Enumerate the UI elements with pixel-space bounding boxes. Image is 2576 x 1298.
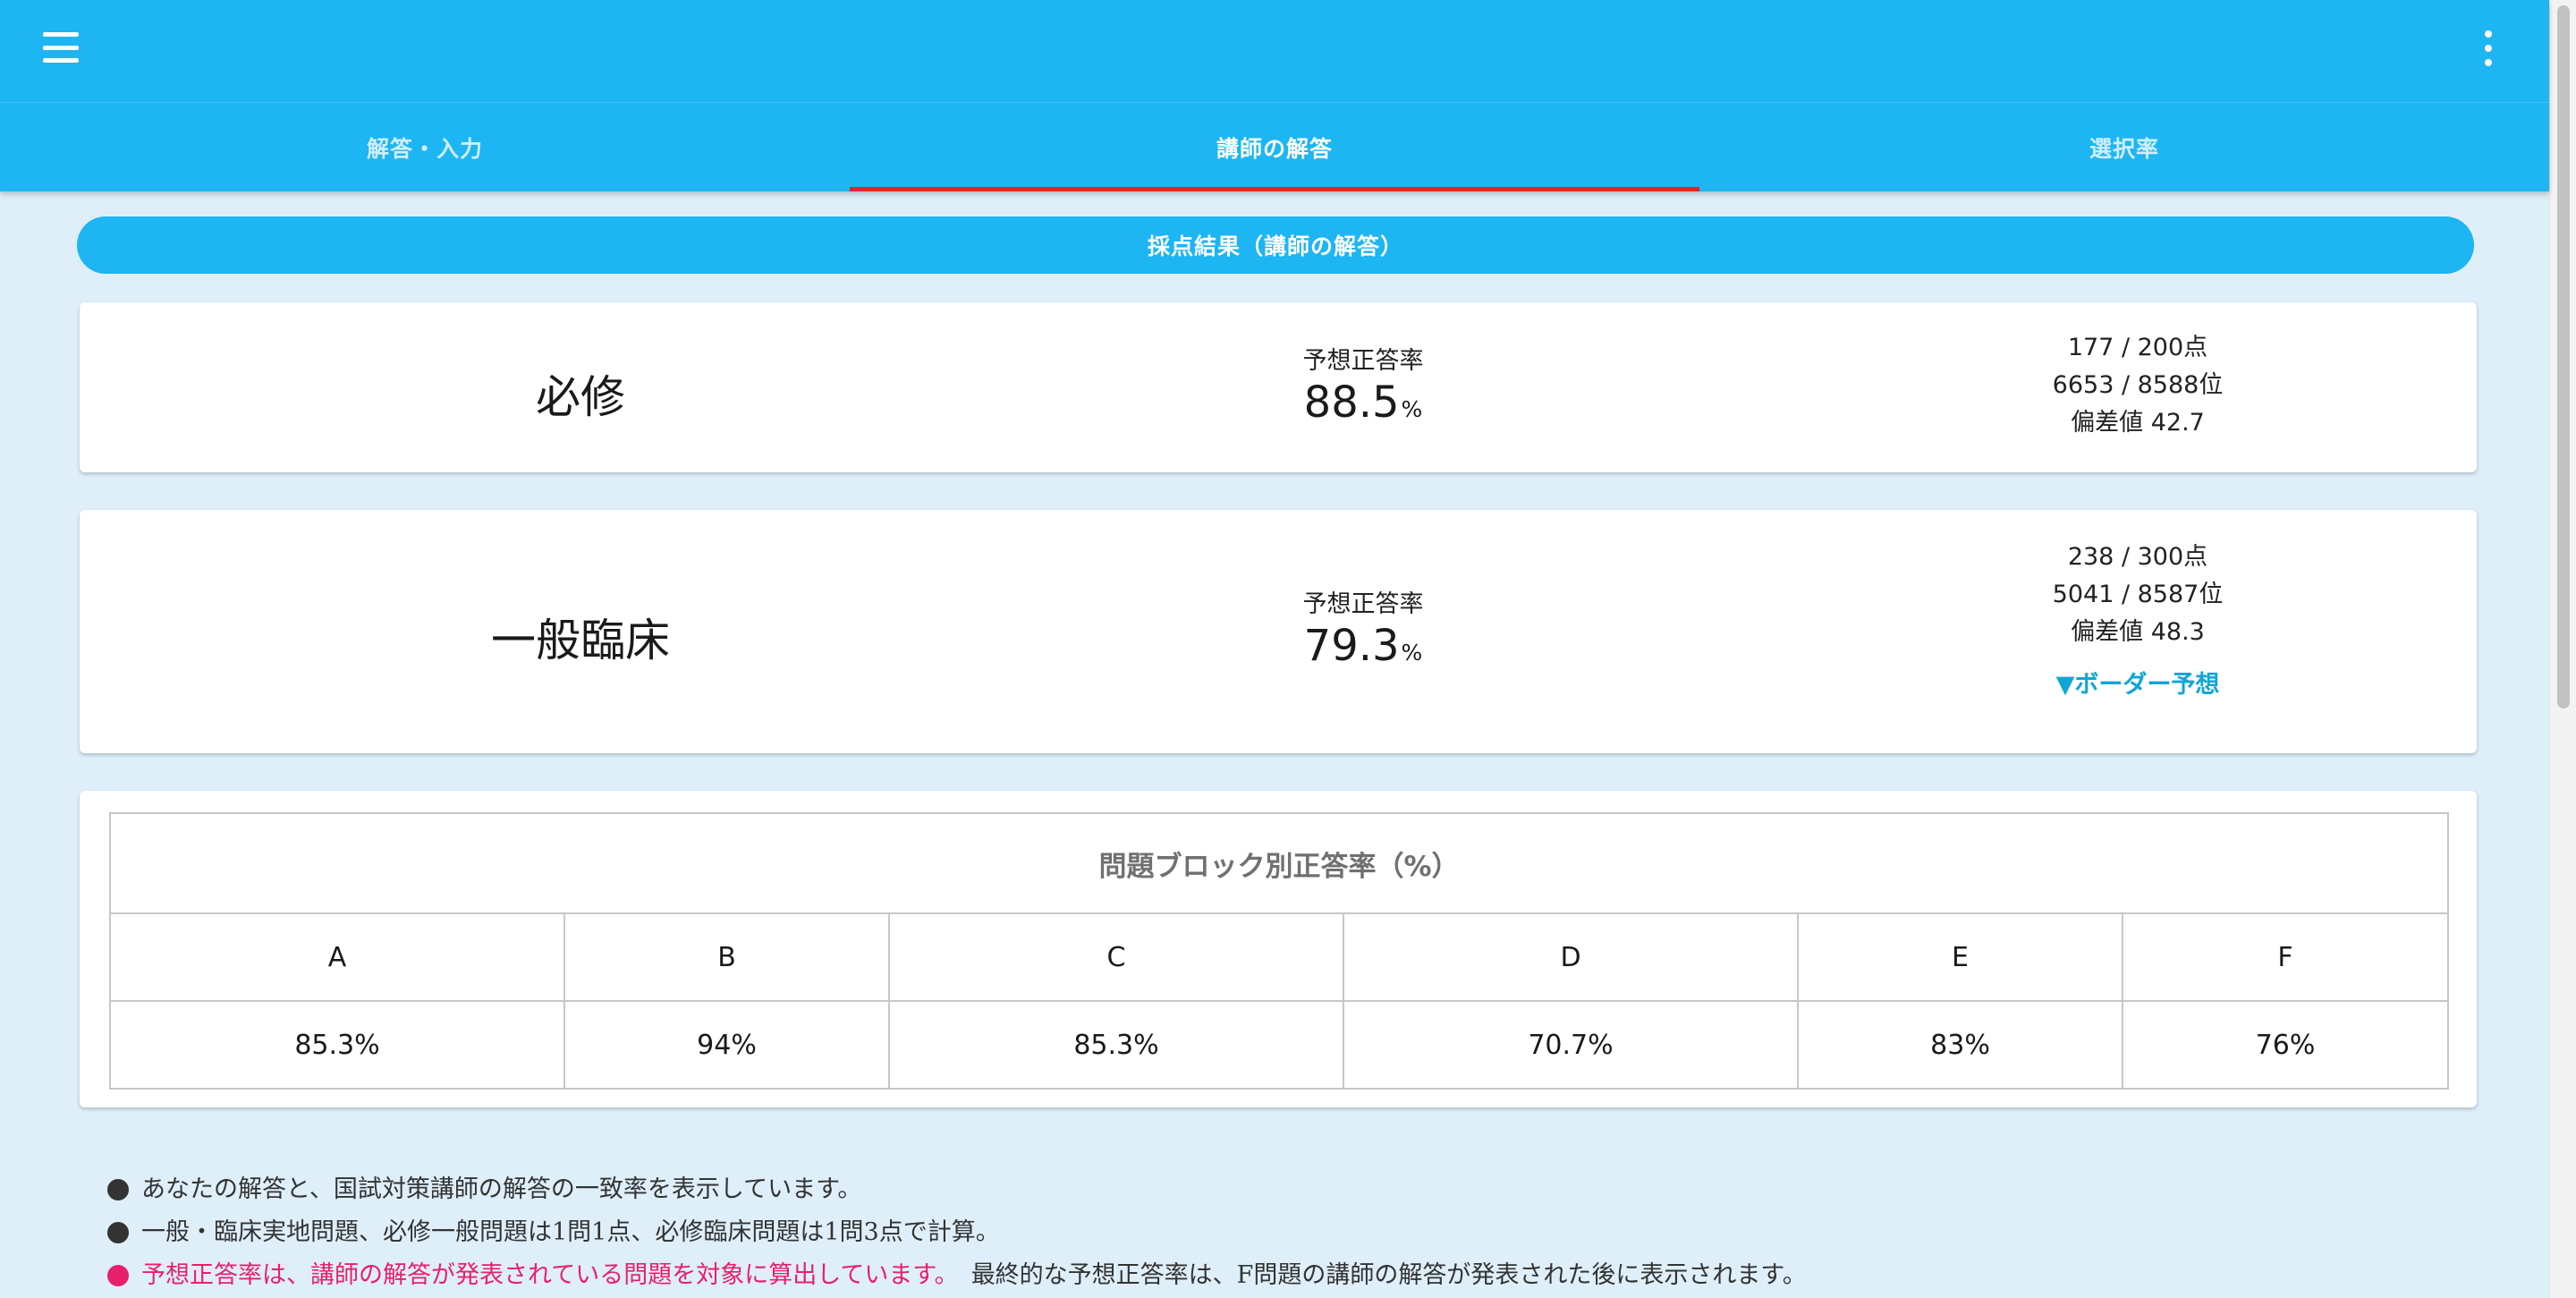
note-item: 一般・臨床実地問題、必修一般問題は1問1点、必修臨床問題は1問3点で計算。 [107, 1211, 2522, 1254]
rate-label: 予想正答率 [1302, 347, 1424, 375]
note-item: 予想正答率は、講師の解答が発表されている問題を対象に算出しています。 最終的な予… [107, 1254, 2522, 1297]
bullet-icon [107, 1265, 129, 1286]
note-highlight: 予想正答率は、講師の解答が発表されている問題を対象に算出しています。 [141, 1261, 959, 1289]
tab-instructor-answers[interactable]: 講師の解答 [850, 103, 1699, 191]
expected-rate: 予想正答率 79.3% [1081, 589, 1645, 678]
vertical-scrollbar[interactable] [2549, 0, 2576, 1298]
table-title: 問題ブロック別正答率（%） [109, 812, 2449, 914]
deviation-text: 偏差値 48.3 [2071, 618, 2205, 646]
rate-unit: % [1401, 396, 1423, 422]
section-title: 採点結果（講師の解答） [77, 216, 2474, 274]
table-cell: 94% [564, 1000, 890, 1090]
tab-label: 解答・入力 [366, 135, 483, 162]
score-stats: 238 / 300点 5041 / 8587位 偏差値 48.3 ▼ボーダー予想 [1883, 539, 2393, 700]
table-cell: 83% [1797, 1000, 2123, 1090]
note-text: あなたの解答と、国試対策講師の解答の一致率を表示しています。 [141, 1175, 862, 1203]
block-rate-card: 問題ブロック別正答率（%） A B C D E F 85.3% 94% 85.3… [80, 791, 2477, 1107]
notes-list: あなたの解答と、国試対策講師の解答の一致率を表示しています。 一般・臨床実地問題… [107, 1168, 2522, 1297]
hamburger-menu-icon[interactable] [43, 32, 79, 63]
note-text: 最終的な予想正答率は、F問題の講師の解答が発表された後に表示されます。 [970, 1261, 1807, 1289]
rate-unit: % [1401, 640, 1423, 666]
score-stats: 177 / 200点 6653 / 8588位 偏差値 42.7 [1883, 329, 2393, 442]
tab-answer-input[interactable]: 解答・入力 [0, 103, 850, 191]
column-header: A [109, 912, 565, 1002]
block-rate-table: 問題ブロック別正答率（%） A B C D E F 85.3% 94% 85.3… [109, 812, 2449, 1090]
rank-text: 6653 / 8588位 [2052, 371, 2224, 399]
table-row: 85.3% 94% 85.3% 70.7% 83% 76% [109, 1000, 2449, 1090]
more-vertical-icon[interactable] [2478, 30, 2499, 66]
table-cell: 85.3% [109, 1000, 565, 1090]
deviation-text: 偏差値 42.7 [2071, 409, 2205, 437]
border-prediction-link[interactable]: ▼ボーダー予想 [1883, 671, 2393, 700]
score-text: 177 / 200点 [2067, 334, 2208, 361]
column-header: B [564, 912, 890, 1002]
column-header: E [1797, 912, 2123, 1002]
table-cell: 70.7% [1343, 1000, 1799, 1090]
tab-selection-rate[interactable]: 選択率 [1699, 103, 2549, 191]
bullet-icon [107, 1179, 129, 1200]
column-header: D [1343, 912, 1799, 1002]
table-cell: 85.3% [888, 1000, 1344, 1090]
scrollbar-thumb[interactable] [2557, 5, 2570, 708]
column-header: F [2122, 912, 2449, 1002]
tab-bar: 解答・入力 講師の解答 選択率 [0, 103, 2549, 191]
expected-rate: 予想正答率 88.5% [1081, 345, 1645, 435]
table-cell: 76% [2122, 1000, 2449, 1090]
subject-name: 一般臨床 [491, 615, 670, 666]
bullet-icon [107, 1222, 129, 1243]
result-card-ippan-rinsho: 一般臨床 予想正答率 79.3% 238 / 300点 5041 / 8587位… [80, 510, 2477, 753]
rate-value: 88.5% [1081, 378, 1645, 435]
app-bar: 解答・入力 講師の解答 選択率 [0, 0, 2549, 191]
result-card-hisshu: 必修 予想正答率 88.5% 177 / 200点 6653 / 8588位 偏… [80, 302, 2477, 472]
tab-label: 選択率 [2089, 135, 2159, 162]
subject-name: 必修 [536, 371, 625, 423]
rate-value: 79.3% [1081, 621, 1645, 678]
rate-number: 88.5 [1303, 378, 1400, 428]
score-text: 238 / 300点 [2067, 543, 2208, 571]
note-text: 一般・臨床実地問題、必修一般問題は1問1点、必修臨床問題は1問3点で計算。 [141, 1218, 1000, 1246]
table-header-row: A B C D E F [109, 912, 2449, 1002]
tab-label: 講師の解答 [1216, 135, 1333, 162]
column-header: C [888, 912, 1344, 1002]
page: 解答・入力 講師の解答 選択率 採点結果（講師の解答） 必修 予想正答率 88.… [0, 0, 2576, 1298]
rate-label: 予想正答率 [1302, 590, 1424, 618]
rate-number: 79.3 [1303, 621, 1400, 671]
note-item: あなたの解答と、国試対策講師の解答の一致率を表示しています。 [107, 1168, 2522, 1211]
rank-text: 5041 / 8587位 [2052, 581, 2224, 608]
